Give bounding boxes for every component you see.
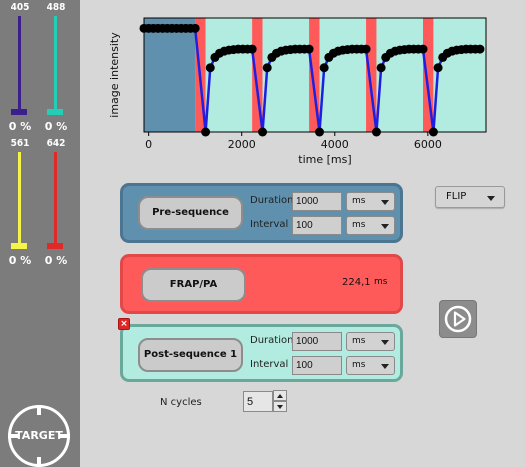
- laser-561-percent: 0 %: [8, 254, 32, 267]
- data-point: [304, 44, 314, 54]
- chevron-down-icon: [381, 364, 389, 369]
- remove-post-sequence-close-icon[interactable]: ×: [118, 318, 130, 330]
- x-tick-label: 4000: [321, 138, 349, 151]
- laser-642-slider[interactable]: [54, 152, 57, 246]
- pre-interval-unit-value: ms: [352, 220, 366, 230]
- laser-405-wavelength: 405: [10, 2, 30, 13]
- laser-488-percent: 0 %: [44, 120, 68, 133]
- post-sequence-panel: Post-sequence 1 Duration ms Interval ms: [120, 324, 403, 382]
- chart-region-post: [433, 18, 486, 132]
- laser-561-slider[interactable]: [18, 152, 21, 246]
- y-axis-label: image intensity: [108, 32, 121, 118]
- post-sequence-button[interactable]: Post-sequence 1: [138, 338, 243, 372]
- n-cycles-input[interactable]: [243, 391, 273, 412]
- laser-642-wavelength: 642: [46, 138, 66, 149]
- data-point: [428, 127, 438, 137]
- mode-dropdown-value: FLIP: [446, 191, 467, 202]
- laser-561-wavelength: 561: [10, 138, 30, 149]
- chevron-down-icon: [381, 200, 389, 205]
- target-button-label: TARGET: [15, 429, 63, 442]
- data-point: [475, 44, 485, 54]
- n-cycles-increment[interactable]: [273, 390, 287, 401]
- frap-button[interactable]: FRAP/PA: [141, 268, 246, 302]
- pre-sequence-panel: Pre-sequence Duration ms Interval ms: [120, 183, 403, 243]
- data-point: [247, 44, 257, 54]
- n-cycles-label: N cycles: [160, 397, 202, 408]
- crosshair-tick-bottom: [37, 457, 41, 467]
- pre-sequence-button[interactable]: Pre-sequence: [138, 196, 243, 230]
- laser-642: 642 0 %: [36, 138, 76, 268]
- chevron-down-icon: [381, 340, 389, 345]
- data-point: [315, 127, 325, 137]
- intensity-chart: 0 2000 4000 6000 time [ms] image intensity: [108, 17, 487, 166]
- laser-488-slider[interactable]: [54, 16, 57, 112]
- chart-region-post: [205, 18, 253, 132]
- laser-642-percent: 0 %: [44, 254, 68, 267]
- pre-interval-input[interactable]: [292, 216, 342, 235]
- chart-region-post: [319, 18, 367, 132]
- n-cycles-decrement[interactable]: [273, 401, 287, 412]
- data-point: [262, 63, 272, 73]
- laser-405-percent: 0 %: [8, 120, 32, 133]
- x-tick-label: 6000: [414, 138, 442, 151]
- frap-panel: FRAP/PA 224,1 ms: [120, 254, 403, 314]
- frap-duration-value: 224,1: [342, 277, 371, 288]
- data-point: [190, 23, 200, 33]
- data-point: [376, 63, 386, 73]
- mode-dropdown[interactable]: FLIP: [435, 186, 505, 208]
- post-duration-input[interactable]: [292, 332, 342, 351]
- post-interval-unit-dropdown[interactable]: ms: [346, 356, 395, 375]
- chevron-down-icon: [277, 405, 283, 409]
- post-duration-unit-value: ms: [352, 336, 366, 346]
- laser-488-wavelength: 488: [46, 2, 66, 13]
- x-tick-label: 2000: [228, 138, 256, 151]
- main-area: 0 2000 4000 6000 time [ms] image intensity Pr…: [80, 0, 525, 467]
- post-interval-label: Interval: [250, 359, 289, 370]
- data-point: [371, 127, 381, 137]
- data-point: [258, 127, 268, 137]
- play-button[interactable]: [439, 300, 477, 338]
- chart-region-post: [262, 18, 310, 132]
- post-duration-label: Duration: [250, 335, 294, 346]
- x-axis-label: time [ms]: [298, 153, 351, 166]
- pre-duration-unit-dropdown[interactable]: ms: [346, 192, 395, 211]
- data-point: [433, 63, 443, 73]
- pre-duration-input[interactable]: [292, 192, 342, 211]
- data-point: [205, 63, 215, 73]
- pre-duration-unit-value: ms: [352, 196, 366, 206]
- pre-interval-label: Interval: [250, 219, 289, 230]
- laser-405-slider-thumb[interactable]: [11, 109, 27, 115]
- laser-488-slider-thumb[interactable]: [47, 109, 63, 115]
- laser-panel: 405 0 % 488 0 % 561 0 % 642 0 % TARGET: [0, 0, 80, 467]
- chart-region-pre: [144, 18, 196, 132]
- crosshair-icon: [37, 405, 41, 415]
- chevron-down-icon: [381, 224, 389, 229]
- target-button[interactable]: TARGET: [8, 405, 70, 467]
- laser-405: 405 0 %: [0, 2, 40, 133]
- frap-duration-unit: ms: [374, 277, 388, 287]
- post-interval-unit-value: ms: [352, 360, 366, 370]
- pre-interval-unit-dropdown[interactable]: ms: [346, 216, 395, 235]
- chevron-up-icon: [277, 394, 283, 398]
- data-point: [201, 127, 211, 137]
- x-tick-label: 0: [145, 138, 152, 151]
- post-duration-unit-dropdown[interactable]: ms: [346, 332, 395, 351]
- laser-405-slider[interactable]: [18, 16, 21, 112]
- play-icon: [444, 305, 472, 333]
- data-point: [319, 63, 329, 73]
- laser-561: 561 0 %: [0, 138, 40, 268]
- post-interval-input[interactable]: [292, 356, 342, 375]
- chevron-down-icon: [487, 196, 495, 201]
- pre-duration-label: Duration: [250, 195, 294, 206]
- laser-488: 488 0 %: [36, 2, 76, 133]
- laser-642-slider-thumb[interactable]: [47, 243, 63, 249]
- chart-region-post: [376, 18, 423, 132]
- data-point: [418, 44, 428, 54]
- data-point: [361, 44, 371, 54]
- laser-561-slider-thumb[interactable]: [11, 243, 27, 249]
